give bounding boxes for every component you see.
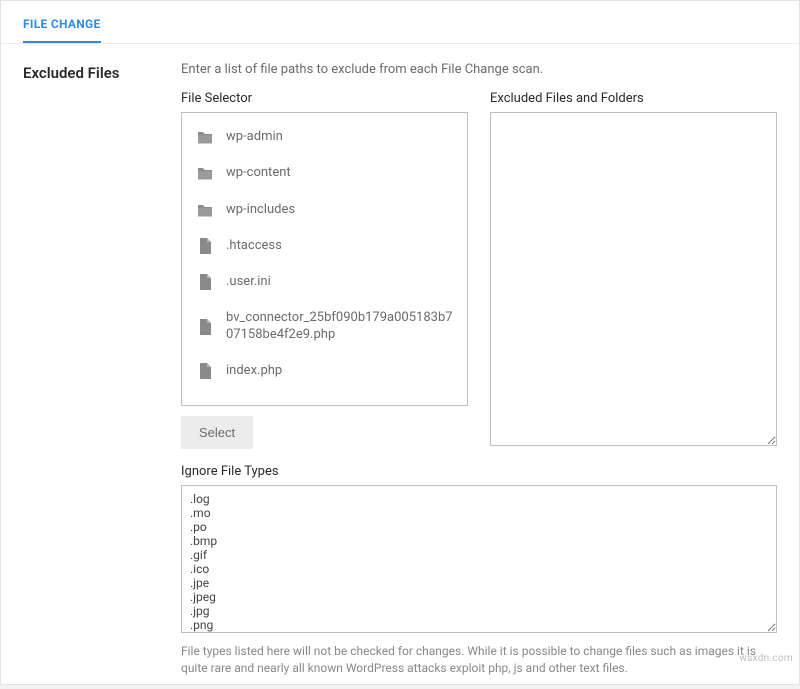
file-item-wp-admin[interactable]: wp-admin xyxy=(182,119,467,155)
file-item--htaccess[interactable]: .htaccess xyxy=(182,228,467,264)
file-item-label: wp-includes xyxy=(226,202,295,218)
ignore-types-label: Ignore File Types xyxy=(181,464,777,479)
file-item-label: .user.ini xyxy=(226,274,271,290)
folder-icon xyxy=(196,130,214,144)
section-description: Enter a list of file paths to exclude fr… xyxy=(181,62,777,77)
tab-file-change[interactable]: FILE CHANGE xyxy=(23,17,101,43)
folder-icon xyxy=(196,166,214,180)
file-item-wp-content[interactable]: wp-content xyxy=(182,155,467,191)
ignore-types-help: File types listed here will not be check… xyxy=(181,643,777,677)
file-icon xyxy=(196,363,214,379)
file-icon xyxy=(196,274,214,290)
file-item-index-php[interactable]: index.php xyxy=(182,353,467,389)
excluded-label: Excluded Files and Folders xyxy=(490,91,777,106)
ignore-types-textarea[interactable] xyxy=(181,485,777,633)
folder-icon xyxy=(196,203,214,217)
select-button[interactable]: Select xyxy=(181,416,253,449)
file-icon xyxy=(196,238,214,254)
file-item-label: bv_connector_25bf090b179a005183b707158be… xyxy=(226,310,453,343)
file-item-label: index.php xyxy=(226,363,282,379)
file-selector-list[interactable]: wp-admin wp-content wp-includes .htaccess .u… xyxy=(181,112,468,406)
file-item-bv-connector-25bf090b179a005183b707158be4f2e9-php[interactable]: bv_connector_25bf090b179a005183b707158be… xyxy=(182,300,467,353)
file-item-label: wp-admin xyxy=(226,129,283,145)
file-item--user-ini[interactable]: .user.ini xyxy=(182,264,467,300)
excluded-files-textarea[interactable] xyxy=(490,112,777,446)
file-icon xyxy=(196,319,214,335)
watermark: wsxdn.com xyxy=(739,653,793,664)
file-item-label: wp-content xyxy=(226,165,291,181)
file-item-label: .htaccess xyxy=(226,238,282,254)
section-title: Excluded Files xyxy=(23,64,181,82)
file-item-wp-includes[interactable]: wp-includes xyxy=(182,192,467,228)
file-selector-label: File Selector xyxy=(181,91,468,106)
